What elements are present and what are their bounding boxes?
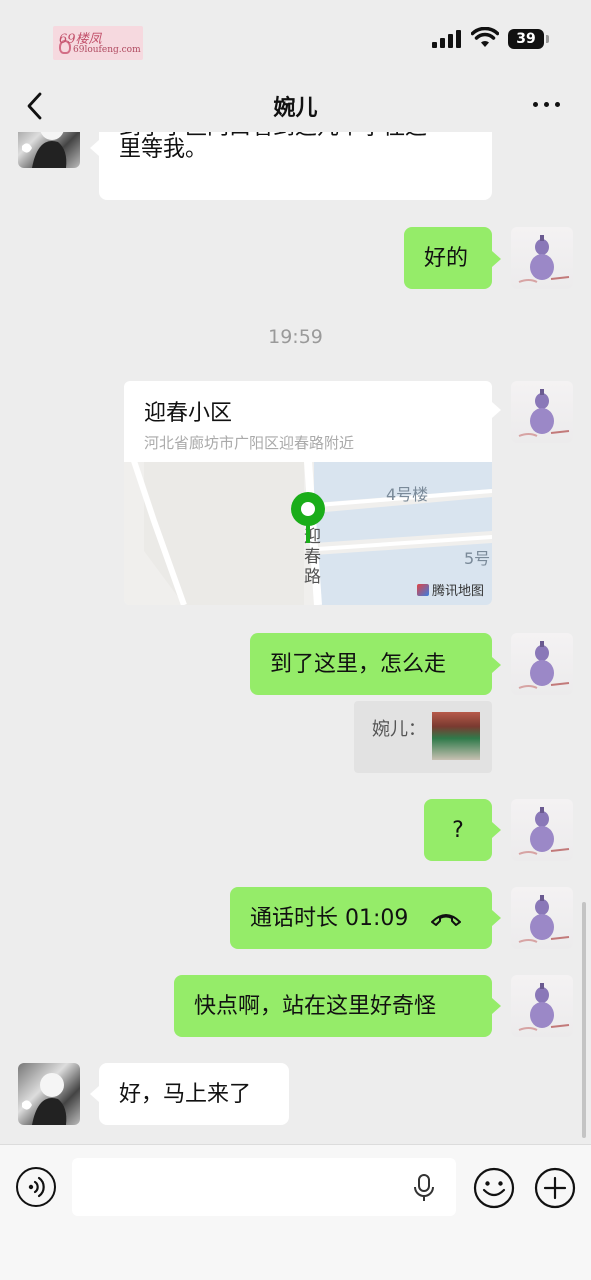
bubble-tail	[492, 657, 501, 673]
message-timestamp: 19:59	[268, 326, 323, 348]
more-icon[interactable]	[531, 102, 563, 110]
bubble-tail	[492, 998, 501, 1014]
battery-tip	[546, 35, 549, 43]
input-bar	[0, 1144, 591, 1280]
signal-icon	[432, 30, 464, 48]
bubble-tail	[492, 822, 501, 838]
map-credit: 腾讯地图	[416, 580, 484, 599]
message-text: 到了这里，怎么走	[270, 652, 447, 677]
message-text: ?	[452, 818, 464, 843]
phone-hangup-icon	[431, 914, 462, 926]
plus-icon[interactable]	[534, 1167, 576, 1209]
bubble-tail	[492, 251, 501, 267]
map-label-building-5: 5号	[464, 549, 491, 568]
microphone-icon[interactable]	[412, 1173, 436, 1203]
message-input[interactable]	[72, 1158, 456, 1216]
nav-bar: 婉儿	[0, 80, 591, 132]
quoted-message[interactable]: 婉儿：	[354, 701, 492, 773]
quote-image-thumbnail[interactable]	[432, 712, 480, 760]
watermark-url: 69loufeng.com	[73, 45, 141, 55]
bubble-tail	[90, 140, 99, 156]
message-text-line: 里等我。	[119, 137, 208, 162]
location-name: 迎春小区	[144, 401, 233, 426]
watermark: 69楼凤 69loufeng.com	[53, 26, 143, 60]
my-avatar[interactable]	[511, 799, 573, 861]
scrollbar[interactable]	[582, 902, 586, 1138]
location-card[interactable]: 迎春小区 河北省廊坊市广阳区迎春路附近 4号楼 5号 迎春路 腾讯地图	[124, 381, 492, 605]
tencent-map-icon	[416, 584, 429, 596]
voice-icon	[28, 1176, 45, 1198]
received-message[interactable]: 好，马上来了	[99, 1063, 289, 1125]
call-duration-text: 通话时长 01:09	[250, 906, 409, 931]
emoji-icon[interactable]	[473, 1167, 515, 1209]
received-message[interactable]: 到了小区门口看到这几个字往这 里等我。	[99, 132, 492, 200]
status-bar: 69楼凤 69loufeng.com 39	[0, 0, 591, 80]
quote-sender: 婉儿：	[372, 719, 426, 740]
chat-area[interactable]: 到了小区门口看到这几个字往这 里等我。 好的 19:59 迎春小区 河北省廊坊市…	[0, 132, 591, 1144]
battery-icon: 39	[508, 29, 544, 49]
location-card-tail	[492, 402, 501, 418]
sent-message[interactable]: 快点啊，站在这里好奇怪	[174, 975, 492, 1037]
sent-message[interactable]: ?	[424, 799, 492, 861]
wifi-icon	[471, 27, 499, 47]
message-text: 好的	[424, 246, 469, 271]
bubble-tail	[492, 910, 501, 926]
message-text: 快点啊，站在这里好奇怪	[194, 994, 437, 1019]
my-avatar[interactable]	[511, 975, 573, 1037]
map-pin-icon	[291, 492, 325, 543]
location-address: 河北省廊坊市广阳区迎春路附近	[144, 434, 355, 452]
message-text: 好，马上来了	[119, 1082, 252, 1107]
chat-title: 婉儿	[273, 96, 318, 121]
contact-avatar[interactable]	[18, 132, 80, 168]
my-avatar[interactable]	[511, 381, 573, 443]
contact-avatar[interactable]	[18, 1063, 80, 1125]
sent-message[interactable]: 到了这里，怎么走	[250, 633, 492, 695]
my-avatar[interactable]	[511, 633, 573, 695]
call-record-message[interactable]: 通话时长 01:09	[230, 887, 492, 949]
map-credit-text: 腾讯地图	[431, 584, 484, 599]
map-label-building-4: 4号楼	[386, 485, 429, 504]
my-avatar[interactable]	[511, 227, 573, 289]
my-avatar[interactable]	[511, 887, 573, 949]
bubble-tail	[90, 1086, 99, 1102]
voice-input-button[interactable]	[16, 1167, 56, 1207]
location-map[interactable]: 4号楼 5号 迎春路 腾讯地图	[124, 461, 492, 605]
sent-message[interactable]: 好的	[404, 227, 492, 289]
